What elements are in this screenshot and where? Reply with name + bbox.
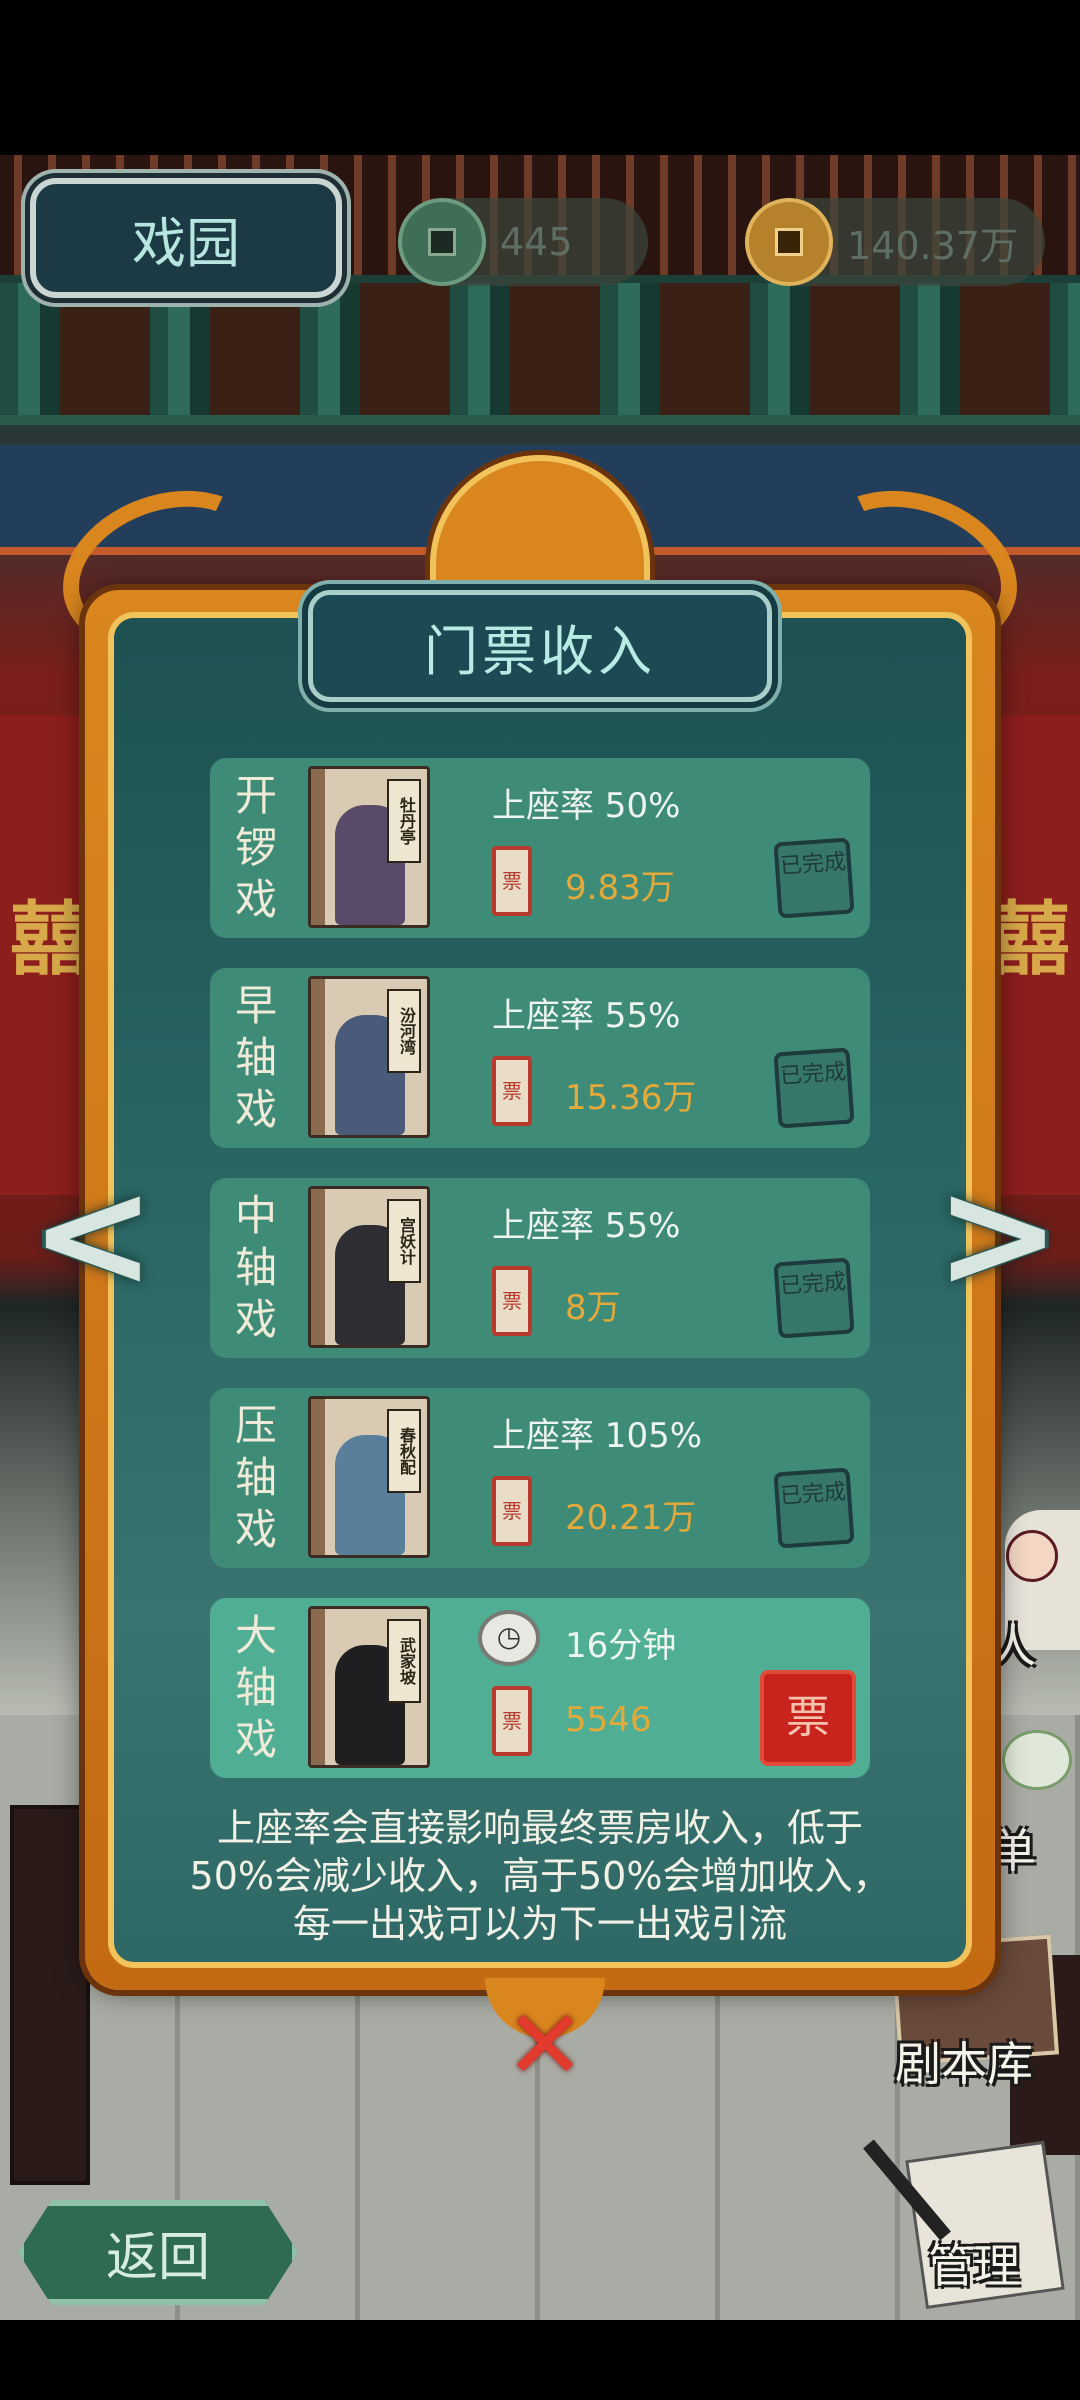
performance-card-middle[interactable]: 中轴戏 宫妖计 上座率 55% 票 8万 已完成 xyxy=(210,1178,870,1358)
close-icon[interactable]: ✕ xyxy=(500,1997,590,2093)
ticket-icon: 票 xyxy=(492,846,532,916)
completed-stamp: 已完成 xyxy=(773,1047,855,1129)
panel-title: 门票收入 xyxy=(308,590,772,702)
ticket-icon: 票 xyxy=(492,1056,532,1126)
completed-stamp: 已完成 xyxy=(773,837,855,919)
income-value: 8万 xyxy=(565,1288,621,1328)
side-menu-item-2[interactable]: 单 xyxy=(990,1815,1036,1881)
character-face xyxy=(1006,1530,1058,1582)
jade-coin-counter: 445 xyxy=(398,198,648,286)
poster-title: 牡丹亭 xyxy=(387,779,421,863)
note-line: 每一出戏可以为下一出戏引流 xyxy=(292,1902,787,1946)
note-line: 上座率会直接影响最终票房收入，低于 xyxy=(216,1806,863,1850)
slot-label: 中轴戏 xyxy=(234,1191,277,1344)
performance-card-opening[interactable]: 开锣戏 牡丹亭 上座率 50% 票 9.83万 已完成 xyxy=(210,758,870,938)
poster-image: 武家坡 xyxy=(308,1606,430,1768)
location-title: 戏园 xyxy=(30,178,342,298)
red-banner-right: 囍 xyxy=(980,715,1080,1195)
slot-label: 开锣戏 xyxy=(234,771,277,924)
tea-bowl-icon xyxy=(1002,1730,1072,1790)
slot-label: 大轴戏 xyxy=(234,1611,277,1764)
poster-title: 武家坡 xyxy=(387,1619,421,1703)
jade-coin-value: 445 xyxy=(500,220,573,264)
completed-stamp: 已完成 xyxy=(773,1467,855,1549)
income-value: 5546 xyxy=(565,1700,652,1740)
performance-list: 开锣戏 牡丹亭 上座率 50% 票 9.83万 已完成 早轴戏 汾河湾 上座率 … xyxy=(210,758,870,1808)
note-line: 50%会减少收入，高于50%会增加收入， xyxy=(189,1854,891,1898)
wooden-table xyxy=(10,1805,90,2185)
poster-image: 汾河湾 xyxy=(308,976,430,1138)
script-library-button[interactable]: 剧本库 xyxy=(895,2028,1033,2094)
clock-icon: ◷ xyxy=(478,1610,540,1666)
performance-card-penultimate[interactable]: 压轴戏 春秋配 上座率 105% 票 20.21万 已完成 xyxy=(210,1388,870,1568)
poster-image: 春秋配 xyxy=(308,1396,430,1558)
poster-title: 春秋配 xyxy=(387,1409,421,1493)
occupancy-rate: 上座率 50% xyxy=(492,786,681,826)
gold-coin-icon xyxy=(745,198,833,286)
poster-image: 宫妖计 xyxy=(308,1186,430,1348)
slot-label: 早轴戏 xyxy=(234,981,277,1134)
poster-title: 汾河湾 xyxy=(387,989,421,1073)
in-progress-stamp: 票 xyxy=(760,1670,856,1766)
income-value: 9.83万 xyxy=(565,868,675,908)
ticket-icon: 票 xyxy=(492,1266,532,1336)
completed-stamp: 已完成 xyxy=(773,1257,855,1339)
poster-image: 牡丹亭 xyxy=(308,766,430,928)
remaining-time: 16分钟 xyxy=(565,1626,677,1666)
gold-coin-counter: 140.37万 xyxy=(745,198,1045,286)
performance-card-finale[interactable]: 大轴戏 武家坡 ◷ 16分钟 票 5546 票 xyxy=(210,1598,870,1778)
income-value: 15.36万 xyxy=(565,1078,697,1118)
income-value: 20.21万 xyxy=(565,1498,697,1538)
manage-button[interactable]: 管理 xyxy=(928,2230,1020,2296)
occupancy-rate: 上座率 55% xyxy=(492,1206,681,1246)
performance-card-early[interactable]: 早轴戏 汾河湾 上座率 55% 票 15.36万 已完成 xyxy=(210,968,870,1148)
gold-coin-value: 140.37万 xyxy=(847,223,1018,268)
occupancy-rate: 上座率 105% xyxy=(492,1416,703,1456)
back-button[interactable]: 返回 xyxy=(18,2200,298,2305)
side-menu-item-1[interactable]: 人 xyxy=(990,1610,1036,1676)
jade-coin-icon xyxy=(398,198,486,286)
ticket-icon: 票 xyxy=(492,1686,532,1756)
chevron-left-icon[interactable]: < xyxy=(30,1150,156,1320)
poster-title: 宫妖计 xyxy=(387,1199,421,1283)
slot-label: 压轴戏 xyxy=(234,1401,277,1554)
occupancy-note: 上座率会直接影响最终票房收入，低于 50%会减少收入，高于50%会增加收入， 每… xyxy=(130,1804,950,1948)
chevron-right-icon[interactable]: > xyxy=(935,1150,1061,1320)
occupancy-rate: 上座率 55% xyxy=(492,996,681,1036)
ticket-icon: 票 xyxy=(492,1476,532,1546)
